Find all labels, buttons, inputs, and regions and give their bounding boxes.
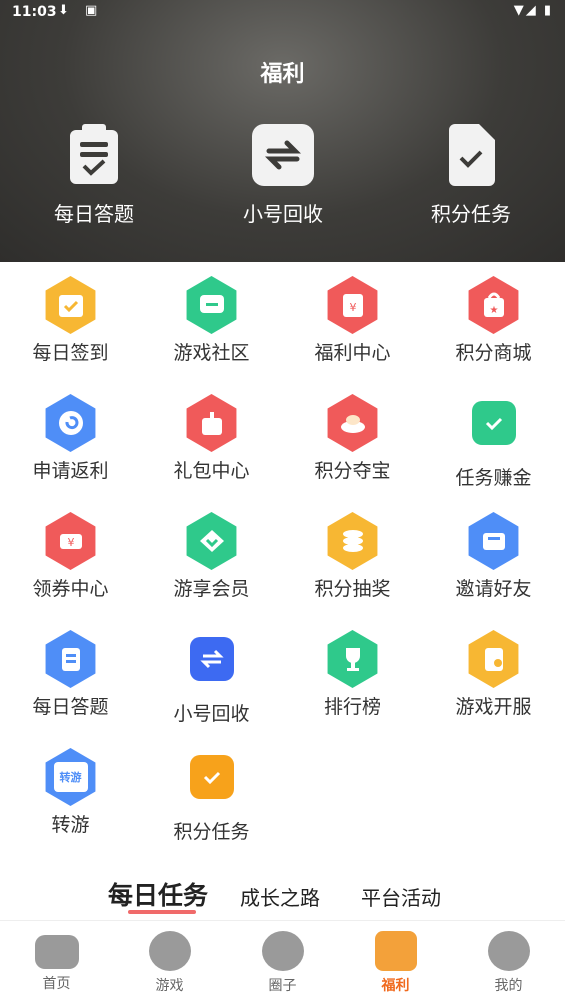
nav-mine[interactable]: 我的: [452, 931, 565, 995]
active-tab-underline: [128, 910, 196, 914]
transfer-badge: 转游: [53, 762, 88, 792]
header-item-points-task[interactable]: 积分任务: [391, 124, 551, 227]
grid-item-label: 每日签到: [32, 342, 109, 364]
page-title: 福利: [260, 62, 305, 87]
grid-item-account-recycle[interactable]: 小号回收: [141, 630, 282, 726]
grid-item-points-lottery[interactable]: 积分抽奖: [282, 512, 423, 601]
grid-item-label: 游戏社区: [173, 342, 250, 364]
grid-item-label: 积分商城: [455, 342, 532, 364]
heart-search-icon: [148, 931, 191, 971]
tab-growth-path[interactable]: 成长之路: [240, 882, 320, 911]
nav-label: 圈子: [268, 978, 297, 994]
grid-item-coupon-center[interactable]: ¥ 领券中心: [0, 512, 141, 601]
nav-label: 游戏: [155, 978, 184, 994]
nav-label: 福利: [381, 978, 410, 994]
grid-item-label: 排行榜: [323, 696, 381, 718]
nav-home[interactable]: 首页: [0, 931, 113, 993]
grid-item-transfer-game[interactable]: 转游 转游: [0, 748, 141, 837]
grid-item-daily-quiz[interactable]: 每日答题: [0, 630, 141, 719]
document-check-icon: [440, 124, 502, 186]
transfer-game-icon: 转游: [45, 748, 96, 806]
grid-item-label: 申请返利: [32, 460, 109, 482]
refresh-icon: [45, 394, 96, 452]
gift-icon: [374, 931, 417, 971]
quiz-clipboard-icon: [45, 630, 96, 688]
grid-item-leaderboard[interactable]: 排行榜: [282, 630, 423, 719]
swap-arrows-icon: [252, 124, 314, 186]
nav-community[interactable]: 圈子: [226, 931, 339, 995]
header: 11:03 ⬇ ▣ ▼◢ ▮ 福利 每日答题 小号回收 积分任务: [0, 0, 565, 262]
mail-invite-icon: [468, 512, 519, 570]
clipboard-task-icon: [471, 401, 516, 445]
nav-welfare[interactable]: 福利: [339, 931, 452, 995]
grid-item-invite-friends[interactable]: 邀请好友: [423, 512, 564, 601]
grid-item-label: 任务赚金: [455, 467, 532, 489]
grid-item-gift-center[interactable]: 礼包中心: [141, 394, 282, 483]
grid-item-game-community[interactable]: 游戏社区: [141, 276, 282, 365]
gift-box-icon: [186, 394, 237, 452]
task-tabs: 每日任务 成长之路 平台活动: [0, 872, 565, 920]
diamond-icon: [186, 512, 237, 570]
header-item-label: 每日答题: [54, 202, 134, 226]
grid-item-task-earn[interactable]: 任务赚金: [423, 394, 564, 490]
nav-label: 首页: [42, 976, 71, 992]
signal-battery-icon: ▼◢ ▮: [513, 3, 553, 18]
grid-item-label: 游享会员: [173, 578, 250, 600]
grid-item-label: 转游: [51, 814, 90, 836]
grid-item-apply-rebate[interactable]: 申请返利: [0, 394, 141, 483]
svg-text:★: ★: [489, 305, 498, 316]
trophy-icon: [327, 630, 378, 688]
svg-text:¥: ¥: [67, 536, 74, 549]
grid-item-label: 积分任务: [173, 821, 250, 843]
server-open-icon: [468, 630, 519, 688]
shopping-bag-icon: ★: [468, 276, 519, 334]
bottom-nav: 首页 游戏 圈子 福利 我的: [0, 920, 565, 1005]
grid-item-label: 礼包中心: [173, 460, 250, 482]
grid-item-label: 每日答题: [32, 696, 109, 718]
nav-games[interactable]: 游戏: [113, 931, 226, 995]
red-envelope-icon: ¥: [327, 276, 378, 334]
coupon-icon: ¥: [45, 512, 96, 570]
grid-item-label: 邀请好友: [455, 578, 532, 600]
grid-item-points-task[interactable]: 积分任务: [141, 748, 282, 844]
grid-item-label: 福利中心: [314, 342, 391, 364]
calendar-check-icon: [45, 276, 96, 334]
chat-bubble-icon: [186, 276, 237, 334]
grid-item-points-mall[interactable]: ★ 积分商城: [423, 276, 564, 365]
header-item-label: 积分任务: [431, 202, 511, 226]
clipboard-check-icon: [63, 124, 125, 186]
header-item-daily-quiz[interactable]: 每日答题: [14, 124, 174, 227]
status-bar: 11:03 ⬇ ▣ ▼◢ ▮: [0, 0, 565, 24]
nav-label: 我的: [494, 978, 523, 994]
grid-item-vip-member[interactable]: 游享会员: [141, 512, 282, 601]
grid-item-label: 积分夺宝: [314, 460, 391, 482]
tab-daily-tasks[interactable]: 每日任务: [108, 876, 208, 912]
grid-item-welfare-center[interactable]: ¥ 福利中心: [282, 276, 423, 365]
download-icon: ⬇ ▣: [58, 3, 104, 18]
treasure-ingot-icon: [327, 394, 378, 452]
coin-stack-icon: [327, 512, 378, 570]
gamepad-icon: [34, 935, 79, 969]
swap-arrows-icon: [189, 637, 234, 681]
grid-item-label: 积分抽奖: [314, 578, 391, 600]
grid-item-label: 小号回收: [173, 703, 250, 725]
status-time: 11:03: [12, 4, 57, 20]
header-item-account-recycle[interactable]: 小号回收: [203, 124, 363, 227]
document-check-icon: [189, 755, 234, 799]
grid-item-game-server-open[interactable]: 游戏开服: [423, 630, 564, 719]
sunglasses-face-icon: [487, 931, 530, 971]
header-item-label: 小号回收: [243, 202, 323, 226]
grid-item-daily-signin[interactable]: 每日签到: [0, 276, 141, 365]
tab-platform-events[interactable]: 平台活动: [361, 882, 441, 911]
svg-text:¥: ¥: [349, 301, 356, 314]
grid-item-points-treasure[interactable]: 积分夺宝: [282, 394, 423, 483]
grid-item-label: 领券中心: [32, 578, 109, 600]
community-bubble-icon: [261, 931, 304, 971]
grid-item-label: 游戏开服: [455, 696, 532, 718]
